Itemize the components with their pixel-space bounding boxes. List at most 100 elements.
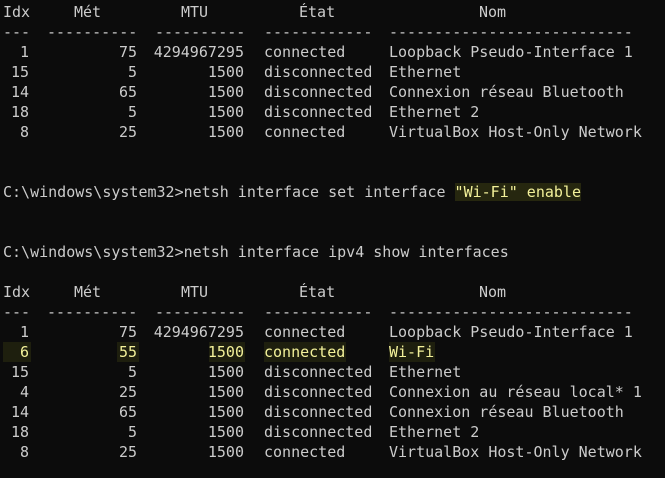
cell-idx: 1 — [19, 43, 29, 61]
cell-idx: 18 — [10, 423, 29, 441]
cell-met: 5 — [127, 63, 137, 81]
cell-idx: 6 — [19, 343, 29, 361]
command-prompt: C:\windows\system32>netsh interface ipv4… — [3, 243, 509, 261]
cell-idx: 14 — [10, 403, 29, 421]
command-highlighted-args: "Wi-Fi" enable — [454, 183, 581, 201]
cell-mtu: 1500 — [207, 443, 244, 461]
cell-mtu: 1500 — [207, 103, 244, 121]
cell-etat: connected — [264, 343, 346, 361]
cell-mtu: 4294967295 — [153, 43, 244, 61]
divider: ---------- — [47, 23, 138, 41]
table1-divider-row: --- ---------- ---------- ------------ -… — [0, 22, 665, 42]
cell-met: 75 — [118, 323, 137, 341]
cell-idx: 8 — [19, 123, 29, 141]
table-row: 18 5 1500 disconnected Ethernet 2 — [0, 422, 665, 442]
table-row: 15 5 1500 disconnected Ethernet — [0, 62, 665, 82]
table-row: 18 5 1500 disconnected Ethernet 2 — [0, 102, 665, 122]
cell-mtu: 1500 — [207, 403, 244, 421]
table-row: 1 75 4294967295 connected Loopback Pseud… — [0, 42, 665, 62]
cell-idx: 14 — [10, 83, 29, 101]
header-met: Mét — [74, 283, 102, 301]
header-etat: État — [299, 3, 336, 21]
divider: ---------- — [47, 303, 138, 321]
cell-mtu: 1500 — [207, 363, 244, 381]
cell-idx: 18 — [10, 103, 29, 121]
cell-nom: Wi-Fi — [389, 343, 435, 361]
cell-mtu: 1500 — [207, 83, 244, 101]
cell-met: 25 — [118, 123, 137, 141]
cell-etat: connected — [264, 43, 346, 61]
cell-nom: Connexion réseau Bluetooth — [389, 403, 624, 421]
cell-etat: disconnected — [264, 83, 373, 101]
cell-met: 65 — [118, 403, 137, 421]
cell-mtu: 1500 — [207, 123, 244, 141]
cell-etat: connected — [264, 123, 346, 141]
table-row: 8 25 1500 connected VirtualBox Host-Only… — [0, 122, 665, 142]
header-mtu: MTU — [181, 283, 209, 301]
table-row: 15 5 1500 disconnected Ethernet — [0, 362, 665, 382]
command-text: C:\windows\system32>netsh interface set … — [3, 182, 581, 202]
header-met: Mét — [74, 3, 102, 21]
divider: ---------- — [155, 23, 246, 41]
cell-nom: Ethernet 2 — [389, 103, 480, 121]
cell-mtu: 1500 — [207, 383, 244, 401]
divider: --- — [3, 23, 31, 41]
cell-nom: Ethernet — [389, 63, 462, 81]
cell-idx: 4 — [19, 383, 29, 401]
divider: --- — [3, 303, 31, 321]
command-line-set-interface[interactable]: C:\windows\system32>netsh interface set … — [0, 182, 665, 202]
table-row-wifi-highlighted: 6 55 1500 connected Wi-Fi — [0, 342, 665, 362]
terminal-window[interactable]: Idx Mét MTU État Nom --- ---------- ----… — [0, 0, 665, 478]
cell-met: 75 — [118, 43, 137, 61]
divider: ---------- — [155, 303, 246, 321]
cell-etat: disconnected — [264, 63, 373, 81]
header-idx: Idx — [3, 3, 31, 21]
header-etat: État — [299, 283, 336, 301]
divider: --------------------------- — [389, 303, 633, 321]
table-row: 8 25 1500 connected VirtualBox Host-Only… — [0, 442, 665, 462]
table2-divider-row: --- ---------- ---------- ------------ -… — [0, 302, 665, 322]
table-row: 14 65 1500 disconnected Connexion réseau… — [0, 402, 665, 422]
cell-etat: disconnected — [264, 403, 373, 421]
cell-met: 25 — [118, 443, 137, 461]
divider: ------------ — [264, 303, 373, 321]
cell-nom: Loopback Pseudo-Interface 1 — [389, 323, 633, 341]
cell-met: 55 — [118, 343, 137, 361]
header-mtu: MTU — [181, 3, 209, 21]
cell-idx: 15 — [10, 63, 29, 81]
cell-nom: Connexion au réseau local* 1 — [389, 383, 642, 401]
cell-etat: disconnected — [264, 363, 373, 381]
cell-met: 25 — [118, 383, 137, 401]
cell-idx: 15 — [10, 363, 29, 381]
header-idx: Idx — [3, 283, 31, 301]
cell-nom: VirtualBox Host-Only Network — [389, 443, 642, 461]
table-row: 14 65 1500 disconnected Connexion réseau… — [0, 82, 665, 102]
cell-met: 5 — [127, 423, 137, 441]
cell-nom: Connexion réseau Bluetooth — [389, 83, 624, 101]
divider: --------------------------- — [389, 23, 633, 41]
table-row: 1 75 4294967295 connected Loopback Pseud… — [0, 322, 665, 342]
cell-etat: connected — [264, 323, 346, 341]
cell-mtu: 1500 — [207, 63, 244, 81]
command-line-show-interfaces[interactable]: C:\windows\system32>netsh interface ipv4… — [0, 242, 665, 262]
table1-header-row: Idx Mét MTU État Nom — [0, 2, 665, 22]
cell-mtu: 1500 — [207, 423, 244, 441]
cell-mtu: 4294967295 — [153, 323, 244, 341]
cell-nom: Ethernet — [389, 363, 462, 381]
table2-header-row: Idx Mét MTU État Nom — [0, 282, 665, 302]
cell-mtu: 1500 — [207, 343, 244, 361]
cell-idx: 8 — [19, 443, 29, 461]
cell-nom: Loopback Pseudo-Interface 1 — [389, 43, 633, 61]
header-nom: Nom — [479, 3, 507, 21]
cell-etat: disconnected — [264, 383, 373, 401]
cell-nom: VirtualBox Host-Only Network — [389, 123, 642, 141]
table-row: 4 25 1500 disconnected Connexion au rése… — [0, 382, 665, 402]
cell-met: 5 — [127, 363, 137, 381]
cell-nom: Ethernet 2 — [389, 423, 480, 441]
divider: ------------ — [264, 23, 373, 41]
